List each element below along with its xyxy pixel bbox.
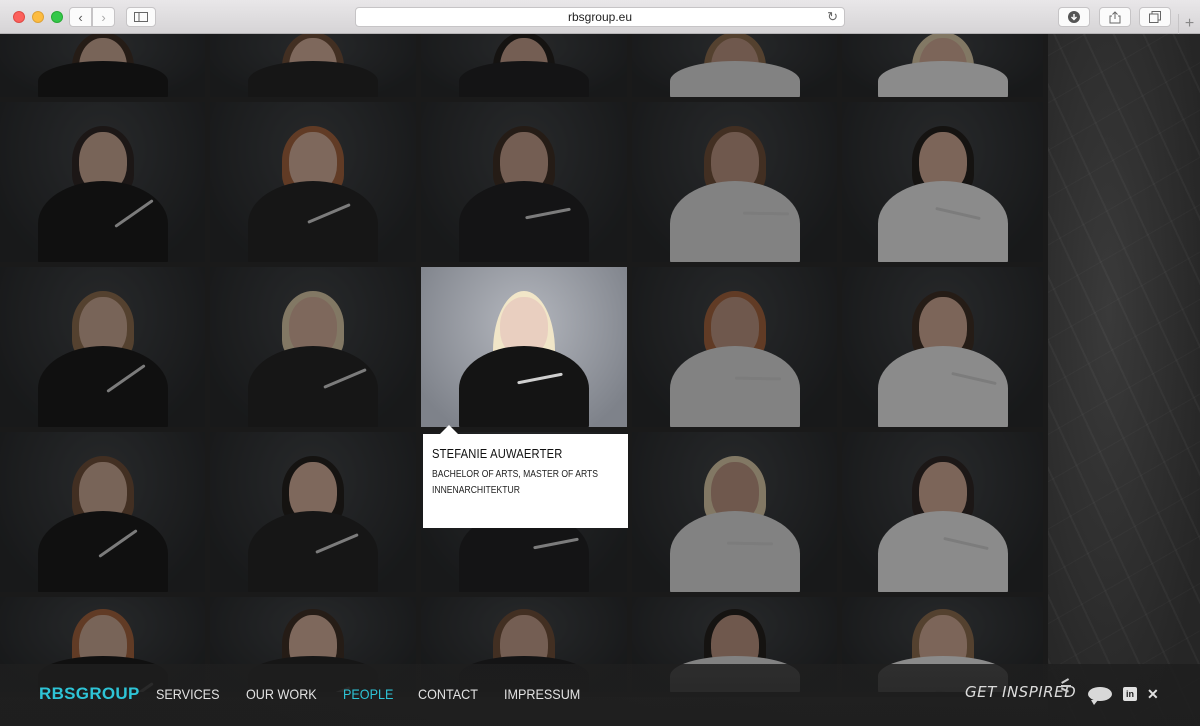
team-member-photo[interactable]	[0, 34, 210, 102]
download-icon	[1068, 11, 1080, 23]
nav-people[interactable]: PEOPLE	[343, 686, 393, 702]
downloads-button[interactable]	[1058, 7, 1090, 27]
team-member-photo[interactable]	[421, 102, 632, 267]
chevron-right-icon: ›	[101, 9, 106, 25]
team-member-photo[interactable]	[632, 267, 842, 432]
url-text: rbsgroup.eu	[567, 10, 633, 24]
team-member-photo[interactable]	[0, 432, 210, 597]
person-info-card: STEFANIE AUWAERTER BACHELOR OF ARTS, MAS…	[423, 425, 628, 528]
chevron-left-icon: ‹	[78, 9, 83, 25]
person-field: INNENARCHITEKTUR	[432, 485, 520, 496]
team-member-photo[interactable]	[421, 267, 632, 432]
footer-nav-bar: RBSGROUP SERVICES OUR WORK PEOPLE CONTAC…	[0, 664, 1200, 726]
back-button[interactable]: ‹	[69, 7, 92, 27]
nav-impressum[interactable]: IMPRESSUM	[504, 686, 580, 702]
team-member-photo[interactable]	[842, 432, 1048, 597]
close-window-button[interactable]	[13, 11, 25, 23]
zoom-window-button[interactable]	[51, 11, 63, 23]
plus-icon: +	[1184, 15, 1195, 32]
chat-bubble-icon[interactable]	[1088, 687, 1112, 705]
share-button[interactable]	[1099, 7, 1131, 27]
team-member-photo[interactable]	[210, 432, 421, 597]
team-member-photo[interactable]	[0, 267, 210, 432]
xing-icon[interactable]: ✕	[1147, 686, 1161, 702]
forward-button[interactable]: ›	[92, 7, 115, 27]
tabs-icon	[1149, 11, 1161, 23]
linkedin-icon[interactable]: in	[1123, 687, 1137, 701]
team-member-photo[interactable]	[842, 267, 1048, 432]
team-member-photo[interactable]	[0, 102, 210, 267]
team-member-photo[interactable]	[632, 432, 842, 597]
person-degree: BACHELOR OF ARTS, MASTER OF ARTS	[432, 469, 598, 480]
person-name: STEFANIE AUWAERTER	[432, 446, 563, 461]
chalkboard-background	[1048, 34, 1200, 726]
team-member-photo[interactable]	[842, 34, 1048, 102]
team-member-photo[interactable]	[842, 102, 1048, 267]
rbsgroup-logo[interactable]: RBSGROUP	[39, 684, 140, 704]
sidebar-button[interactable]	[126, 7, 156, 27]
team-member-photo[interactable]	[210, 267, 421, 432]
new-tab-button[interactable]: +	[1178, 14, 1200, 34]
page-content: STEFANIE AUWAERTER BACHELOR OF ARTS, MAS…	[0, 34, 1200, 726]
nav-contact[interactable]: CONTACT	[418, 686, 478, 702]
team-member-photo[interactable]	[210, 34, 421, 102]
nav-our-work[interactable]: OUR WORK	[246, 686, 317, 702]
sidebar-icon	[134, 12, 148, 22]
team-member-photo[interactable]	[210, 102, 421, 267]
address-bar[interactable]: rbsgroup.eu ↻	[355, 7, 845, 27]
nav-services[interactable]: SERVICES	[156, 686, 219, 702]
browser-toolbar: ‹ › rbsgroup.eu ↻ +	[0, 0, 1200, 34]
main-nav: SERVICES OUR WORK PEOPLE CONTACT IMPRESS…	[156, 686, 589, 702]
reload-icon[interactable]: ↻	[827, 9, 838, 25]
share-icon	[1109, 10, 1121, 23]
team-member-photo[interactable]	[632, 102, 842, 267]
minimize-window-button[interactable]	[32, 11, 44, 23]
spark-decoration	[1057, 678, 1071, 693]
team-member-photo[interactable]	[632, 34, 842, 102]
team-member-photo[interactable]	[421, 34, 632, 102]
tab-overview-button[interactable]	[1139, 7, 1171, 27]
team-photo-grid	[0, 34, 1048, 726]
